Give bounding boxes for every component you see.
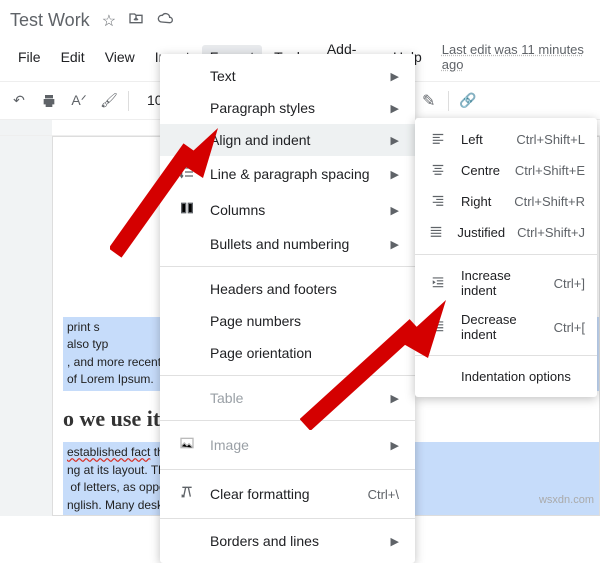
menu-separator xyxy=(415,254,597,255)
submenu-shortcut: Ctrl+] xyxy=(554,276,585,291)
menu-label: Headers and footers xyxy=(210,281,399,297)
menu-page-numbers[interactable]: Page numbers xyxy=(160,305,415,337)
menu-label: Page numbers xyxy=(210,313,399,329)
submenu-shortcut: Ctrl+[ xyxy=(554,320,585,335)
submenu-shortcut: Ctrl+Shift+L xyxy=(516,132,585,147)
menu-table: Table ▶ xyxy=(160,382,415,414)
align-justify-icon xyxy=(427,224,445,241)
toolbar-divider xyxy=(448,91,449,111)
underlined-text: established fact xyxy=(67,445,150,459)
menu-columns[interactable]: Columns ▶ xyxy=(160,192,415,228)
submenu-left[interactable]: Left Ctrl+Shift+L xyxy=(415,124,597,155)
menu-image: Image ▶ xyxy=(160,427,415,463)
submenu-shortcut: Ctrl+Shift+J xyxy=(517,225,585,240)
image-icon xyxy=(176,435,198,455)
menu-line-spacing[interactable]: Line & paragraph spacing ▶ xyxy=(160,156,415,192)
menu-separator xyxy=(160,375,415,376)
menu-label: Paragraph styles xyxy=(210,100,379,116)
star-icon[interactable]: ☆ xyxy=(102,11,116,31)
menu-align-indent[interactable]: Align and indent ▶ xyxy=(160,124,415,156)
submenu-label: Right xyxy=(461,194,502,209)
document-title[interactable]: Test Work xyxy=(10,10,90,31)
link-button[interactable]: 🔗 xyxy=(457,90,479,112)
align-center-icon xyxy=(427,162,449,179)
submenu-decrease-indent[interactable]: Decrease indent Ctrl+[ xyxy=(415,305,597,349)
menu-separator xyxy=(415,355,597,356)
toolbar-divider xyxy=(128,91,129,111)
menu-separator xyxy=(160,420,415,421)
align-right-icon xyxy=(427,193,449,210)
submenu-label: Indentation options xyxy=(461,369,585,384)
spellcheck-icon[interactable]: Aᐟ xyxy=(68,90,90,112)
menu-clear-formatting[interactable]: Clear formatting Ctrl+\ xyxy=(160,476,415,512)
menu-paragraph-styles[interactable]: Paragraph styles ▶ xyxy=(160,92,415,124)
menu-label: Bullets and numbering xyxy=(210,236,379,252)
chevron-right-icon: ▶ xyxy=(391,238,399,251)
menu-bullets-numbering[interactable]: Bullets and numbering ▶ xyxy=(160,228,415,260)
move-icon[interactable] xyxy=(128,10,144,31)
increase-indent-icon xyxy=(427,275,449,292)
submenu-centre[interactable]: Centre Ctrl+Shift+E xyxy=(415,155,597,186)
chevron-right-icon: ▶ xyxy=(391,168,399,181)
clear-format-icon xyxy=(176,484,198,504)
menu-separator xyxy=(160,266,415,267)
menu-page-orientation[interactable]: Page orientation xyxy=(160,337,415,369)
undo-icon[interactable]: ↶ xyxy=(8,90,30,112)
paint-format-icon[interactable]: 🖌 xyxy=(98,90,120,112)
menu-borders-lines[interactable]: Borders and lines ▶ xyxy=(160,525,415,557)
submenu-label: Justified xyxy=(457,225,505,240)
align-indent-submenu: Left Ctrl+Shift+L Centre Ctrl+Shift+E Ri… xyxy=(415,118,597,397)
menu-label: Page orientation xyxy=(210,345,399,361)
menu-label: Clear formatting xyxy=(210,486,356,502)
menu-label: Line & paragraph spacing xyxy=(210,166,379,182)
submenu-right[interactable]: Right Ctrl+Shift+R xyxy=(415,186,597,217)
submenu-indent-options[interactable]: Indentation options xyxy=(415,362,597,391)
submenu-label: Increase indent xyxy=(461,268,542,298)
columns-icon xyxy=(176,200,198,220)
cloud-status-icon[interactable] xyxy=(156,10,174,31)
submenu-increase-indent[interactable]: Increase indent Ctrl+] xyxy=(415,261,597,305)
submenu-shortcut: Ctrl+Shift+E xyxy=(515,163,585,178)
chevron-right-icon: ▶ xyxy=(391,102,399,115)
menu-label: Columns xyxy=(210,202,379,218)
menu-text[interactable]: Text ▶ xyxy=(160,60,415,92)
line-spacing-icon xyxy=(176,164,198,184)
print-icon[interactable] xyxy=(38,90,60,112)
menu-label: Table xyxy=(210,390,379,406)
menu-file[interactable]: File xyxy=(10,45,49,69)
chevron-right-icon: ▶ xyxy=(391,392,399,405)
menu-label: Image xyxy=(210,437,379,453)
menu-edit[interactable]: Edit xyxy=(53,45,93,69)
submenu-justified[interactable]: Justified Ctrl+Shift+J xyxy=(415,217,597,248)
align-left-icon xyxy=(427,131,449,148)
decrease-indent-icon xyxy=(427,319,449,336)
menu-shortcut: Ctrl+\ xyxy=(368,487,399,502)
menu-separator xyxy=(160,469,415,470)
submenu-label: Left xyxy=(461,132,504,147)
chevron-right-icon: ▶ xyxy=(391,134,399,147)
menu-label: Text xyxy=(210,68,379,84)
chevron-right-icon: ▶ xyxy=(391,70,399,83)
chevron-right-icon: ▶ xyxy=(391,204,399,217)
chevron-right-icon: ▶ xyxy=(391,439,399,452)
watermark: wsxdn.com xyxy=(539,494,594,506)
submenu-label: Centre xyxy=(461,163,503,178)
chevron-right-icon: ▶ xyxy=(391,535,399,548)
format-dropdown: Text ▶ Paragraph styles ▶ Align and inde… xyxy=(160,54,415,563)
left-gutter xyxy=(0,136,52,516)
menu-label: Align and indent xyxy=(210,132,379,148)
last-edit-label[interactable]: Last edit was 11 minutes ago xyxy=(442,42,590,72)
menu-view[interactable]: View xyxy=(97,45,143,69)
highlight-button[interactable]: ✎ xyxy=(418,90,440,112)
menu-separator xyxy=(160,518,415,519)
menu-headers-footers[interactable]: Headers and footers xyxy=(160,273,415,305)
submenu-shortcut: Ctrl+Shift+R xyxy=(514,194,585,209)
menu-label: Borders and lines xyxy=(210,533,379,549)
submenu-label: Decrease indent xyxy=(461,312,542,342)
